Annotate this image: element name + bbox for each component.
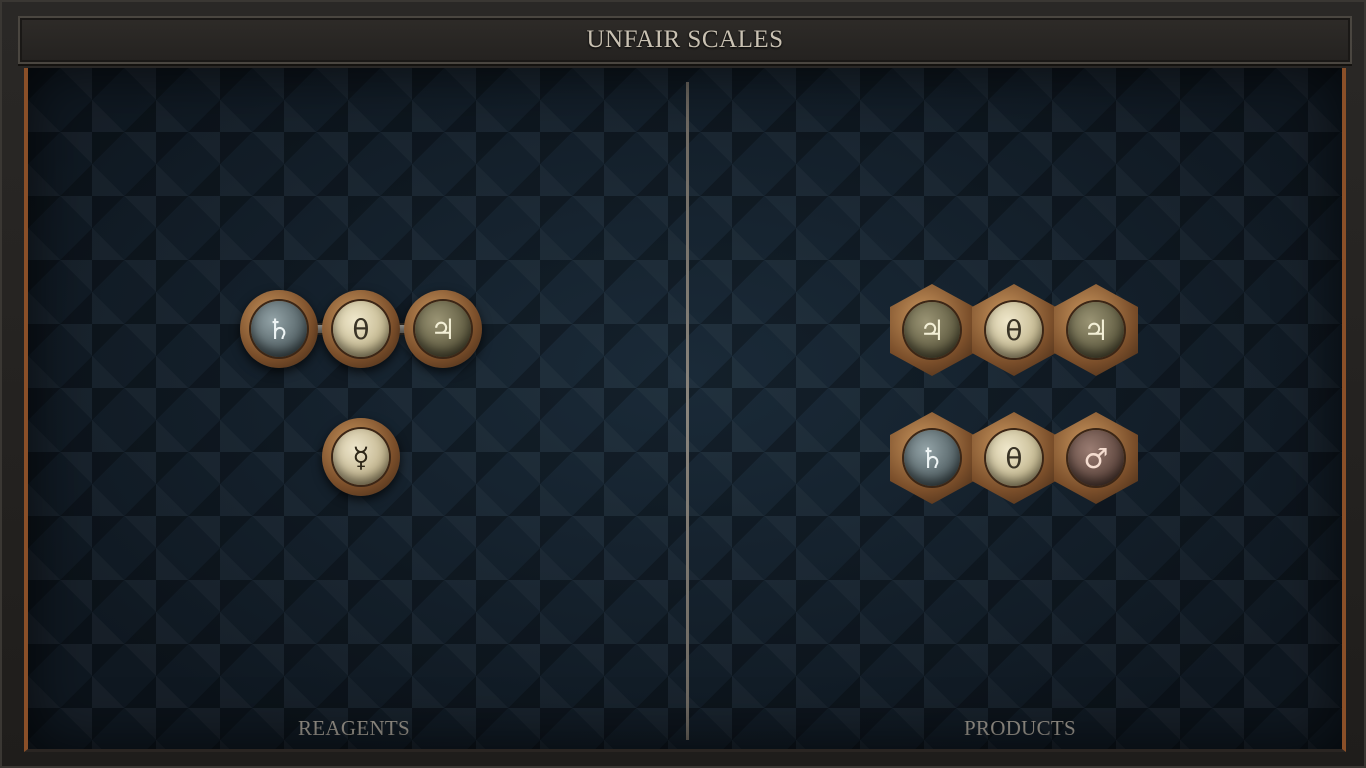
salt-atom[interactable]: θ bbox=[986, 430, 1042, 486]
quicksilver-atom[interactable]: ☿ bbox=[333, 429, 389, 485]
tin-atom[interactable]: ♃ bbox=[415, 301, 471, 357]
reagent-molecule-2[interactable]: ☿ bbox=[322, 418, 402, 498]
atom-socket: θ bbox=[322, 290, 400, 368]
reagents-label: REAGENTS bbox=[297, 716, 411, 740]
title-bar: UNFAIR SCALES bbox=[18, 16, 1352, 64]
tin-atom[interactable]: ♃ bbox=[1068, 302, 1124, 358]
atom-socket: ♂ bbox=[1054, 412, 1138, 504]
atom-socket: ♄ bbox=[890, 412, 974, 504]
product-molecule-2[interactable]: ♄ θ ♂ bbox=[890, 412, 1140, 506]
puzzle-title: UNFAIR SCALES bbox=[586, 26, 784, 53]
game-frame: UNFAIR SCALES ♄ θ ♃ ☿ ♃ θ ♃ ♄ θ ♂ REAGEN… bbox=[0, 0, 1366, 768]
atom-socket: ♃ bbox=[890, 284, 974, 376]
lead-atom[interactable]: ♄ bbox=[904, 430, 960, 486]
tin-atom[interactable]: ♃ bbox=[904, 302, 960, 358]
scale-board: ♄ θ ♃ ☿ ♃ θ ♃ ♄ θ ♂ REAGENTS PRODUCTS bbox=[24, 68, 1346, 752]
panel-divider bbox=[686, 82, 689, 740]
atom-socket: ☿ bbox=[322, 418, 400, 496]
atom-socket: ♄ bbox=[240, 290, 318, 368]
lead-atom[interactable]: ♄ bbox=[251, 301, 307, 357]
products-label: PRODUCTS bbox=[963, 716, 1077, 740]
atom-socket: θ bbox=[972, 284, 1056, 376]
atom-socket: ♃ bbox=[1054, 284, 1138, 376]
product-molecule-1[interactable]: ♃ θ ♃ bbox=[890, 284, 1140, 378]
atom-socket: ♃ bbox=[404, 290, 482, 368]
reagent-molecule-1[interactable]: ♄ θ ♃ bbox=[240, 290, 488, 370]
salt-atom[interactable]: θ bbox=[333, 301, 389, 357]
iron-atom[interactable]: ♂ bbox=[1068, 430, 1124, 486]
atom-socket: θ bbox=[972, 412, 1056, 504]
salt-atom[interactable]: θ bbox=[986, 302, 1042, 358]
